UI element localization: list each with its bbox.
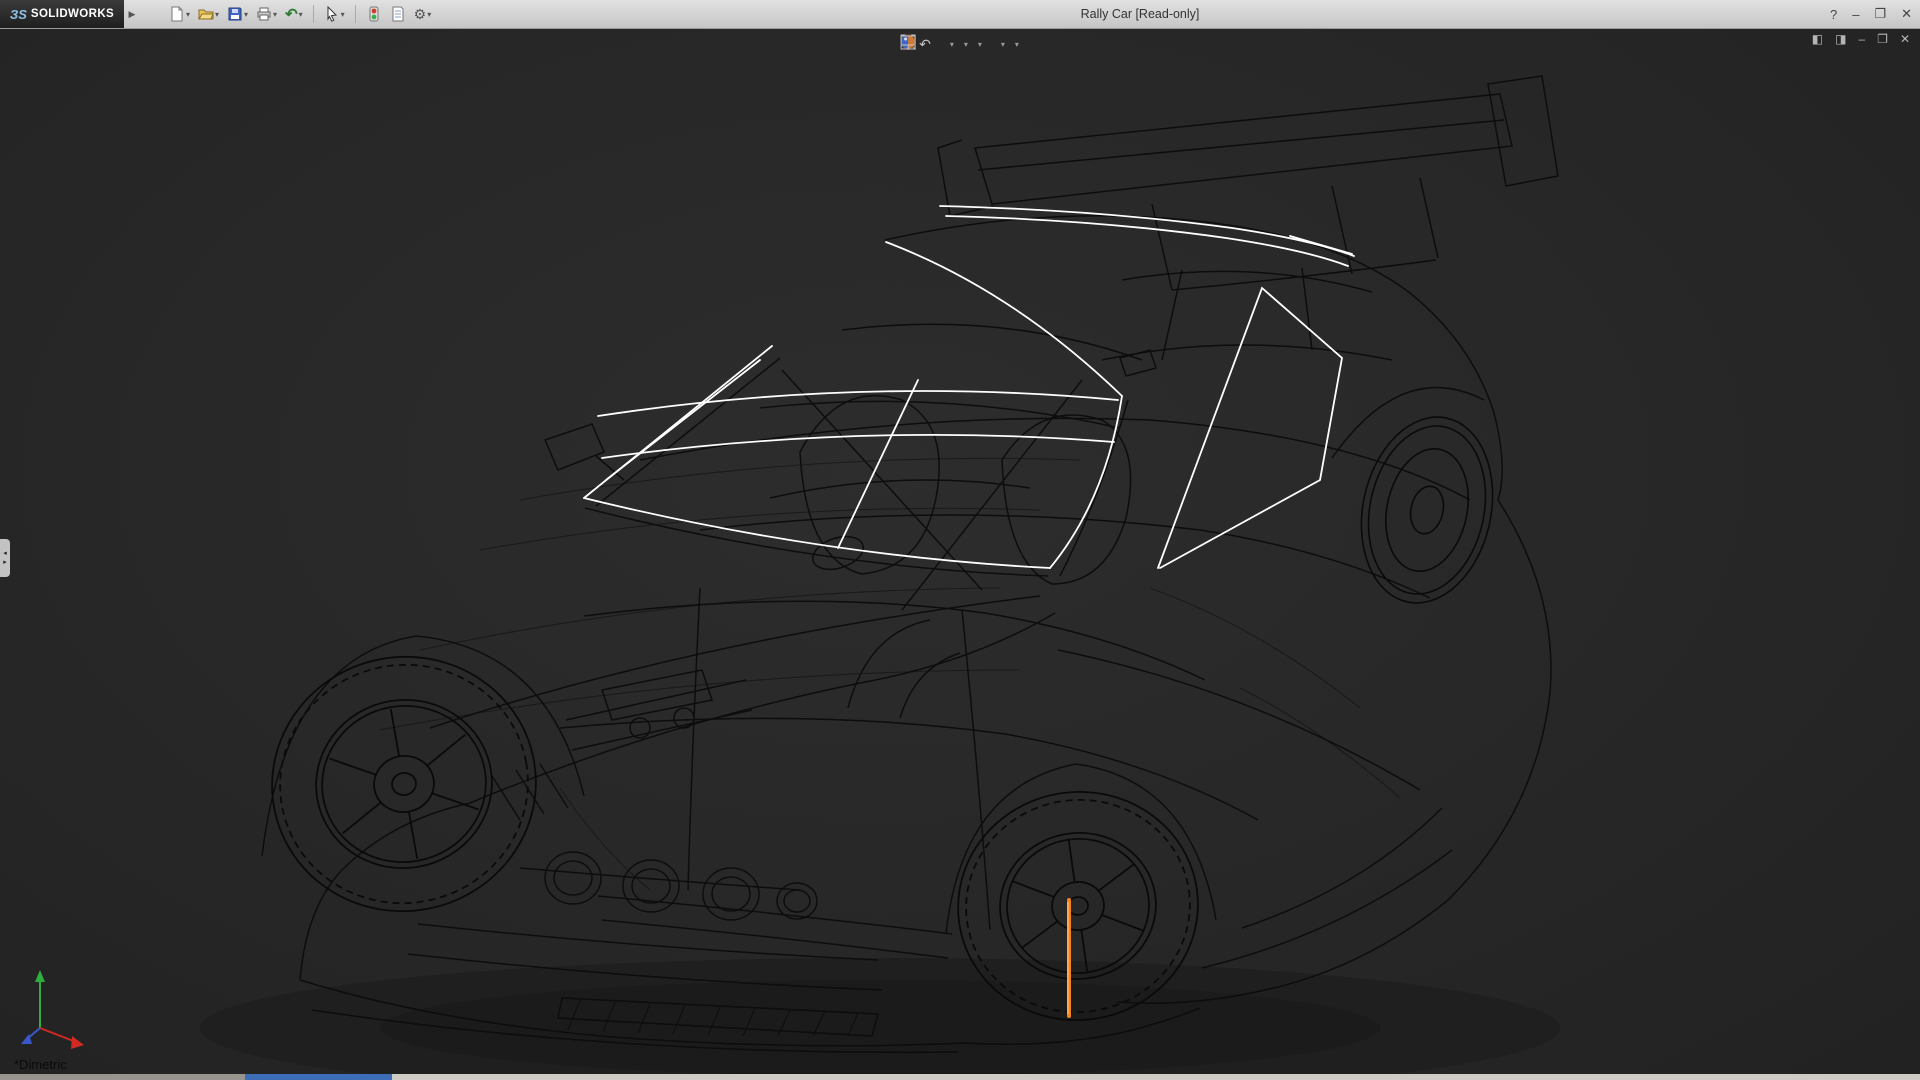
chevron-down-icon[interactable]: ▾ — [215, 10, 219, 19]
splitter-right-icon: ▸ — [3, 559, 7, 566]
previous-view-button[interactable]: ↶ — [917, 33, 933, 55]
view-settings-icon — [899, 33, 917, 51]
brand-name: SOLIDWORKS — [31, 8, 114, 20]
selected-edge-highlight[interactable] — [1068, 900, 1069, 1016]
doc-close-button[interactable]: ✕ — [1900, 32, 1910, 46]
x-axis-arrow — [71, 1036, 84, 1049]
view-orientation-button[interactable]: ▾ — [947, 33, 956, 55]
status-bar-segment — [0, 1074, 245, 1080]
app-minimize-button[interactable]: – — [1852, 7, 1859, 22]
chevron-down-icon[interactable]: ▾ — [950, 40, 954, 49]
document-window-controls: ◧ ◨ – ❐ ✕ — [1812, 32, 1910, 46]
rebuild-stoplight-icon — [366, 6, 382, 22]
print-icon — [256, 6, 272, 22]
toolbar-separator — [355, 5, 356, 23]
chevron-down-icon[interactable]: ▾ — [1001, 40, 1005, 49]
status-bar — [0, 1074, 1920, 1080]
3d-viewport[interactable]: ↶ ▾ ▾ ▾ — [0, 28, 1920, 1074]
show-left-pane-icon[interactable]: ◧ — [1812, 32, 1823, 46]
doc-minimize-button[interactable]: – — [1858, 32, 1865, 46]
chevron-down-icon[interactable]: ▾ — [186, 10, 190, 19]
chevron-down-icon[interactable]: ▾ — [244, 10, 248, 19]
hide-show-items-button[interactable]: ▾ — [975, 33, 984, 55]
heads-up-view-toolbar: ↶ ▾ ▾ ▾ — [899, 33, 1021, 55]
help-button[interactable]: ? — [1830, 7, 1837, 22]
front-left-wheel — [252, 636, 556, 932]
options-button[interactable]: ⚙ ▾ — [411, 2, 435, 26]
display-style-button[interactable]: ▾ — [961, 33, 970, 55]
previous-view-icon: ↶ — [919, 37, 931, 51]
title-bar: ЗS SOLIDWORKS ▶ ▾ ▾ ▾ — [0, 0, 1920, 29]
doc-restore-button[interactable]: ❐ — [1877, 32, 1888, 46]
save-button[interactable]: ▾ — [224, 2, 251, 26]
rebuild-button[interactable] — [363, 2, 385, 26]
file-properties-icon — [390, 6, 406, 22]
chevron-down-icon[interactable]: ▾ — [978, 40, 982, 49]
highlighted-sketch-lines[interactable] — [584, 206, 1354, 568]
chevron-down-icon[interactable]: ▾ — [427, 10, 431, 19]
app-close-button[interactable]: ✕ — [1901, 6, 1912, 22]
status-bar-accent-segment — [245, 1074, 392, 1080]
select-cursor-icon — [324, 6, 340, 22]
undo-icon: ↶ — [285, 7, 298, 22]
view-settings-button[interactable]: ▾ — [1012, 33, 1021, 55]
car-construction-lines — [380, 458, 1400, 890]
main-toolbar: ▾ ▾ ▾ ▾ ↶ ▾ — [166, 2, 434, 26]
undo-button[interactable]: ↶ ▾ — [282, 2, 306, 26]
chevron-down-icon[interactable]: ▾ — [341, 10, 345, 19]
chevron-down-icon[interactable]: ▾ — [273, 10, 277, 19]
window-controls: ? – ❐ ✕ — [1830, 0, 1912, 28]
chevron-down-icon[interactable]: ▾ — [299, 10, 303, 19]
ground-shadow-core — [380, 980, 1380, 1074]
reference-triad — [21, 970, 84, 1049]
document-title: Rally Car [Read-only] — [360, 0, 1920, 28]
apply-scene-button[interactable] — [989, 33, 993, 55]
solidworks-brand: ЗS SOLIDWORKS — [0, 0, 124, 28]
menu-expand-icon[interactable]: ▶ — [124, 3, 140, 25]
section-view-button[interactable] — [938, 33, 942, 55]
show-right-pane-icon[interactable]: ◨ — [1835, 32, 1846, 46]
print-button[interactable]: ▾ — [253, 2, 280, 26]
chevron-down-icon[interactable]: ▾ — [964, 40, 968, 49]
chevron-down-icon[interactable]: ▾ — [1015, 40, 1019, 49]
car-body-wireframe — [262, 76, 1558, 1052]
save-floppy-icon — [227, 6, 243, 22]
toolbar-separator — [313, 5, 314, 23]
open-folder-icon — [198, 6, 214, 22]
file-properties-button[interactable] — [387, 2, 409, 26]
app-restore-button[interactable]: ❐ — [1874, 6, 1886, 22]
rear-right-wheel — [1345, 405, 1509, 616]
select-button[interactable]: ▾ — [321, 2, 348, 26]
edit-appearance-button[interactable]: ▾ — [998, 33, 1007, 55]
new-document-icon — [169, 6, 185, 22]
view-orientation-label: *Dimetric — [14, 1057, 67, 1072]
featuremanager-splitter-tab[interactable]: ◂ ▸ — [0, 539, 10, 577]
y-axis-arrow — [35, 970, 45, 982]
open-button[interactable]: ▾ — [195, 2, 222, 26]
new-document-button[interactable]: ▾ — [166, 2, 193, 26]
options-gear-icon: ⚙ — [414, 7, 427, 21]
splitter-left-icon: ◂ — [3, 550, 7, 557]
rally-car-wireframe-model[interactable] — [0, 28, 1920, 1074]
3ds-logo-icon: ЗS — [10, 7, 27, 22]
